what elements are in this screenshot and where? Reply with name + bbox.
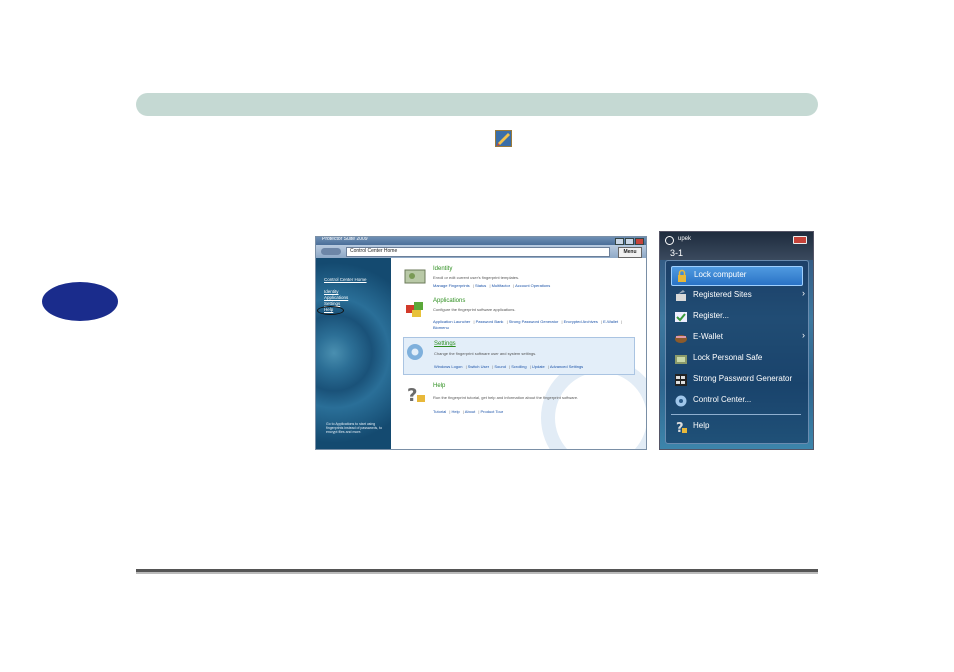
menu-item-label: Registered Sites	[693, 290, 752, 299]
section-title[interactable]: Identity	[433, 266, 452, 272]
menu-item-label: Control Center...	[693, 395, 752, 404]
link[interactable]: Account Operations	[513, 283, 550, 288]
help-question-icon: ?	[407, 385, 425, 404]
menu-item-lock-personal-safe[interactable]: Lock Personal Safe	[671, 350, 801, 368]
window-controls	[615, 238, 644, 245]
applications-icon	[406, 302, 423, 317]
gear-icon	[675, 395, 687, 407]
window-titlebar: Protector Suite 2009	[316, 237, 646, 245]
tray-brand: upek	[678, 236, 692, 242]
chapter-header-bar	[136, 93, 818, 116]
sidebar-item-applications[interactable]: Applications	[324, 295, 348, 300]
menu-item-control-center[interactable]: Control Center...	[671, 392, 801, 410]
link[interactable]: Manage Fingerprints	[433, 283, 470, 288]
section-links: Application Launcher Password Bank Stron…	[433, 319, 623, 331]
link[interactable]: Tutorial	[433, 409, 446, 414]
link[interactable]: Switch User	[466, 364, 490, 369]
minimize-button[interactable]	[615, 238, 624, 245]
fingerprint-app-icon	[495, 130, 512, 147]
menu-item-label: Lock Personal Safe	[693, 353, 763, 362]
link[interactable]: Product Tour	[478, 409, 503, 414]
menu-button[interactable]: Menu	[618, 247, 642, 258]
password-generator-icon	[675, 374, 687, 386]
section-desc: Change the fingerprint software user and…	[434, 351, 537, 356]
close-button[interactable]	[793, 236, 807, 244]
section-title[interactable]: Settings	[434, 341, 456, 347]
upek-logo-icon	[665, 236, 674, 245]
section-settings: Settings Change the fingerprint software…	[403, 337, 635, 375]
menu-separator	[671, 414, 801, 415]
wallet-icon	[675, 335, 687, 343]
help-highlight-ring	[317, 306, 344, 315]
section-desc: Configure the fingerprint software appli…	[433, 307, 516, 312]
svg-text:?: ?	[407, 385, 417, 404]
address-field[interactable]: Control Center Home	[346, 247, 610, 257]
menu-item-label: Register...	[693, 311, 730, 320]
link[interactable]: Multifactor	[489, 283, 510, 288]
section-applications: Applications Configure the fingerprint s…	[403, 295, 633, 335]
link[interactable]: Application Launcher	[433, 319, 470, 324]
tray-user: 3-1	[670, 248, 684, 258]
address-bar: Control Center Home Menu	[316, 245, 646, 258]
close-button[interactable]	[635, 238, 644, 245]
link[interactable]: Strong Password Generator	[507, 319, 559, 324]
chevron-right-icon: ›	[802, 288, 805, 298]
help-icon: ?	[676, 421, 687, 434]
link[interactable]: Help	[449, 409, 459, 414]
chevron-right-icon: ›	[802, 330, 805, 340]
maximize-button[interactable]	[625, 238, 634, 245]
lock-icon	[678, 269, 686, 282]
link[interactable]: Encrypted Archives	[561, 319, 597, 324]
tray-menu: upek 3-1 Lock computer Registered Sites …	[659, 231, 814, 450]
safe-icon	[675, 355, 687, 364]
section-links: Manage Fingerprints Status Multifactor A…	[433, 283, 552, 288]
section-identity: Identity Enroll or edit current user's f…	[403, 263, 633, 291]
register-icon	[675, 312, 687, 322]
back-forward-buttons[interactable]	[321, 248, 341, 255]
footer-rule	[136, 569, 818, 574]
control-center-main: Identity Enroll or edit current user's f…	[391, 258, 646, 449]
section-help: ? Help Run the fingerprint tutorial, get…	[403, 380, 633, 418]
identity-icon	[404, 269, 426, 284]
section-links: Windows Logon Switch User Sound Scrollin…	[434, 364, 585, 369]
window-title: Protector Suite 2009	[322, 236, 368, 242]
menu-item-strong-password-generator[interactable]: Strong Password Generator	[671, 371, 801, 389]
control-center-window: Protector Suite 2009 Control Center Home…	[315, 236, 647, 450]
settings-gear-icon	[407, 344, 423, 360]
menu-item-e-wallet[interactable]: E-Wallet ›	[671, 329, 805, 347]
link[interactable]: Status	[473, 283, 487, 288]
chapter-tab	[42, 282, 118, 321]
link[interactable]: E-Wallet	[601, 319, 618, 324]
menu-item-label: Help	[693, 421, 710, 430]
link[interactable]: Password Bank	[473, 319, 503, 324]
sidebar-note: Go to Applications to start using finger…	[326, 422, 383, 434]
sites-icon	[676, 290, 686, 301]
link[interactable]: About	[463, 409, 475, 414]
section-title[interactable]: Applications	[433, 298, 465, 304]
link[interactable]: Update	[530, 364, 545, 369]
menu-item-label: Strong Password Generator	[693, 374, 793, 383]
section-desc: Enroll or edit current user's fingerprin…	[433, 275, 520, 280]
address-text: Control Center Home	[350, 248, 398, 254]
menu-item-registered-sites[interactable]: Registered Sites ›	[671, 287, 805, 305]
tray-header: upek 3-1	[660, 232, 813, 260]
section-title[interactable]: Help	[433, 383, 445, 389]
menu-item-label: Lock computer	[694, 270, 747, 279]
section-links: Tutorial Help About Product Tour	[433, 409, 505, 414]
menu-item-help[interactable]: ? Help	[671, 418, 801, 436]
menu-item-register[interactable]: Register...	[671, 308, 801, 326]
menu-label: Menu	[623, 249, 637, 255]
sidebar: Control Center Home Identity Application…	[316, 258, 391, 449]
link[interactable]: Windows Logon	[434, 364, 462, 369]
section-desc: Run the fingerprint tutorial, get help a…	[433, 395, 579, 400]
tray-menu-panel: Lock computer Registered Sites › Registe…	[665, 260, 809, 444]
sidebar-item-home[interactable]: Control Center Home	[324, 277, 367, 282]
menu-item-lock-computer[interactable]: Lock computer	[671, 266, 803, 286]
sidebar-item-identity[interactable]: Identity	[324, 289, 339, 294]
link[interactable]: Scrolling	[509, 364, 527, 369]
menu-item-label: E-Wallet	[693, 332, 723, 341]
link[interactable]: Advanced Settings	[548, 364, 583, 369]
link[interactable]: Sound	[492, 364, 506, 369]
